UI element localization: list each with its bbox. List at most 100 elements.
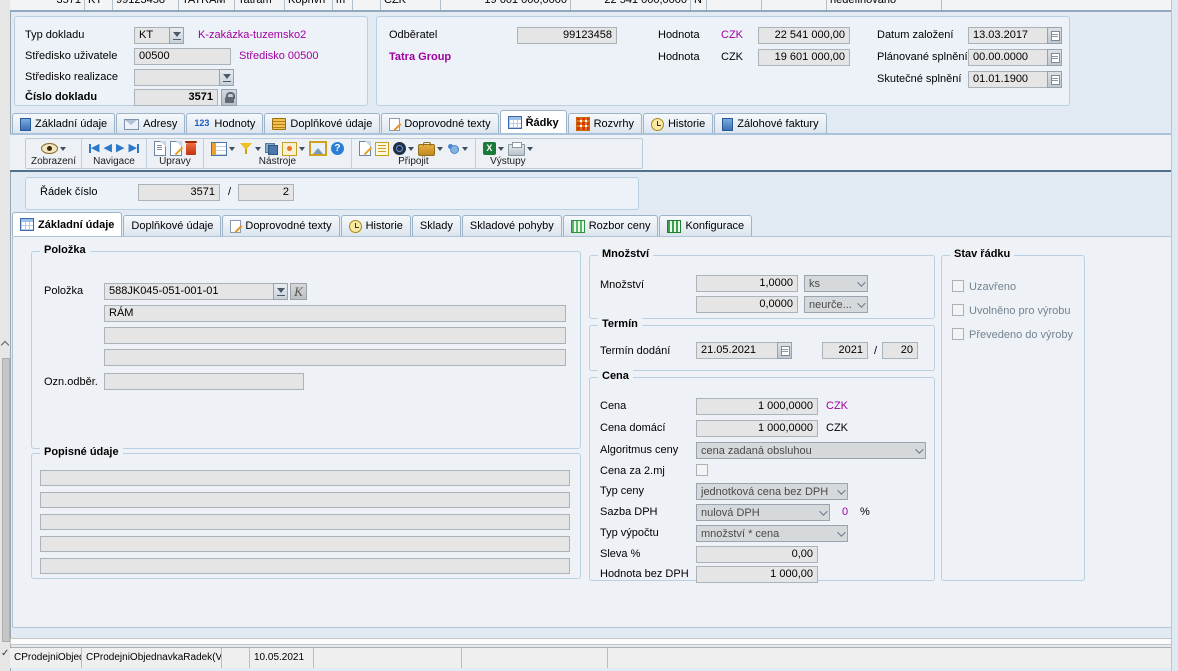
tab-radky[interactable]: Řádky [500,110,567,134]
typ-ceny-combo[interactable]: jednotková cena bez DPH [696,483,848,500]
subtab-sklady[interactable]: Sklady [412,215,461,236]
collapse-up-icon[interactable] [1,341,9,349]
termin-dodani-field[interactable]: 21.05.2021 [696,342,778,359]
planovane-splneni-field[interactable]: 00.00.0000 [968,49,1048,66]
popisne-line-field[interactable] [40,558,570,574]
chevron-down-icon [837,486,845,494]
typ-vypoctu-combo[interactable]: množství * cena [696,525,848,542]
delete-button[interactable] [186,143,196,155]
typ-dokladu-field[interactable]: KT [134,27,170,44]
filter-button[interactable] [239,142,261,155]
mnozstvi-unit-combo[interactable]: ks [804,275,868,292]
tab-zakladni-udaje[interactable]: Základní údaje [12,113,115,134]
left-scrollbar[interactable] [2,358,10,642]
grid-row-partial[interactable]: 3571 KT 99123458 TATRAM Tatram Kopřivn m… [10,0,1172,10]
lock-icon[interactable] [221,89,237,106]
mnozstvi-field[interactable]: 1,0000 [696,275,798,292]
polozka-name-field[interactable]: RÁM [104,305,566,322]
stredisko-realizace-field[interactable] [134,69,220,86]
subtab-zakladni-udaje[interactable]: Základní údaje [12,212,122,236]
cena-za-2mj-checkbox[interactable] [696,464,708,476]
export-excel-button[interactable] [483,142,504,155]
subtab-historie[interactable]: Historie [341,215,411,236]
typ-dokladu-lookup-button[interactable] [169,27,184,44]
new-button[interactable] [154,141,166,156]
tab-adresy[interactable]: Adresy [116,113,185,134]
chevron-down-icon [437,147,443,151]
attach-photo-button[interactable] [393,142,414,155]
edit-button[interactable] [170,141,182,156]
tab-hodnoty[interactable]: Hodnoty [186,113,263,134]
group-button[interactable] [265,143,278,155]
view-button[interactable] [41,143,66,154]
next-record-button[interactable] [116,142,124,155]
popisne-line-field[interactable] [40,492,570,508]
print-button[interactable] [508,141,533,156]
attach-list-button[interactable] [375,142,389,156]
cena-domaci-field[interactable]: 1 000,0000 [696,420,818,437]
sazba-dph-combo[interactable]: nulová DPH [696,504,830,521]
hodnota-bez-dph-field[interactable]: 1 000,00 [696,566,818,583]
skutecne-splneni-field[interactable]: 01.01.1900 [968,71,1048,88]
layers-icon [272,118,286,130]
attach-links-button[interactable] [447,143,468,155]
polozka-k-button[interactable]: K [290,283,307,300]
sleva-field[interactable]: 0,00 [696,546,818,563]
prevedeno-checkbox[interactable] [952,328,964,340]
subtab-rozbor-ceny[interactable]: Rozbor ceny [563,215,659,236]
cislo-dokladu-field[interactable]: 3571 [134,89,218,106]
uzavreno-checkbox[interactable] [952,280,964,292]
chevron-down-icon [857,299,865,307]
stredisko-realizace-lookup-button[interactable] [219,69,234,86]
tab-doprovodne-texty[interactable]: Doprovodné texty [381,113,498,134]
datum-zalozeni-field[interactable]: 13.03.2017 [968,27,1048,44]
subtab-doplnkove-udaje[interactable]: Doplňkové údaje [123,215,221,236]
last-record-button[interactable] [128,142,138,155]
calendar-icon[interactable] [777,342,792,359]
mnozstvi2-field[interactable]: 0,0000 [696,296,798,313]
termin-tyden-field[interactable]: 20 [882,342,918,359]
mnozstvi2-unit-combo[interactable]: neurče... [804,296,868,313]
radek-poradi-field[interactable]: 2 [238,184,294,201]
ozn-odber-field[interactable] [104,373,304,390]
uvolneno-checkbox[interactable] [952,304,964,316]
planning-button[interactable] [282,142,305,156]
termin-rok-field[interactable]: 2021 [822,342,868,359]
grid-cell: Kopřivn [285,0,333,10]
tab-zalohove-faktury[interactable]: Zálohové faktury [714,113,826,134]
calendar-icon[interactable] [1047,27,1062,44]
prev-record-button[interactable] [104,142,112,155]
stredisko-uzivatele-field[interactable]: 00500 [134,48,231,65]
grid-cell: 3571 [10,0,85,10]
cena-field[interactable]: 1 000,0000 [696,398,818,415]
polozka-lookup-button[interactable] [273,283,288,300]
tab-rozvrhy[interactable]: Rozvrhy [568,113,642,134]
popisne-line-field[interactable] [40,536,570,552]
polozka-line3-field[interactable] [104,327,566,344]
attach-note-button[interactable] [359,141,371,156]
popisne-line-field[interactable] [40,470,570,486]
subtab-doprovodne-texty[interactable]: Doprovodné texty [222,215,339,236]
first-record-button[interactable] [89,142,99,155]
algoritmus-ceny-combo[interactable]: cena zadaná obsluhou [696,442,926,459]
hodnota1-field[interactable]: 22 541 000,00 [758,27,850,44]
image-button[interactable] [309,141,327,156]
calendar-icon[interactable] [1047,71,1062,88]
popisne-line-field[interactable] [40,514,570,530]
attach-document-button[interactable] [418,141,443,156]
check-icon: ✓ [1,648,9,659]
help-button[interactable] [331,142,344,155]
hodnota2-field[interactable]: 19 601 000,00 [758,49,850,66]
tab-label: Zálohové faktury [737,118,818,130]
table-columns-button[interactable] [211,142,235,156]
polozka-line4-field[interactable] [104,349,566,366]
calendar-icon[interactable] [1047,49,1062,66]
odberatel-field[interactable]: 99123458 [517,27,617,44]
subtab-skladove-pohyby[interactable]: Skladové pohyby [462,215,562,236]
tab-doplnkove-udaje[interactable]: Doplňkové údaje [264,113,380,134]
tab-label: Doplňkové údaje [290,118,372,130]
tab-historie[interactable]: Historie [643,113,713,134]
subtab-konfigurace[interactable]: Konfigurace [659,215,752,236]
polozka-field[interactable]: 588JK045-051-001-01 [104,283,274,300]
radek-cislo-field[interactable]: 3571 [138,184,220,201]
